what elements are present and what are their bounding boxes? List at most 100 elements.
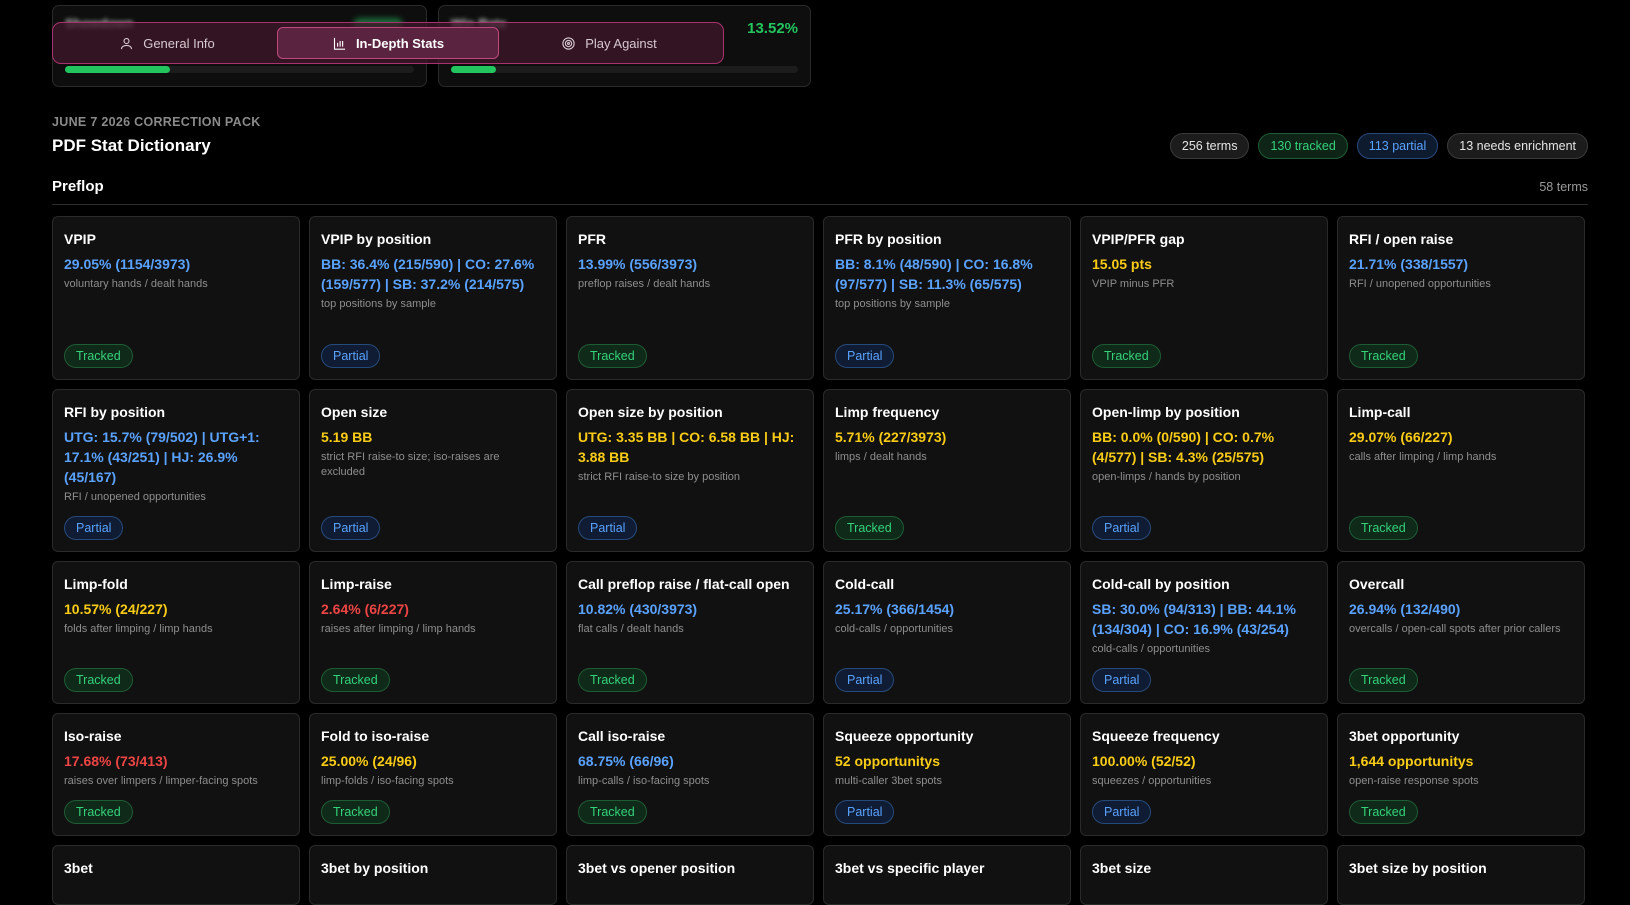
status-badge: Tracked [1092,344,1161,368]
stat-title: Call preflop raise / flat-call open [578,576,790,592]
stat-title: Fold to iso-raise [321,728,430,744]
status-badge: Partial [578,516,638,540]
stat-description: calls after limping / limp hands [1349,451,1497,463]
stat-card[interactable]: VPIP 29.05% (1154/3973) voluntary hands / … [52,216,300,380]
stat-value: UTG: 3.35 BB | CO: 6.58 BB | HJ: 3.88 BB [578,429,795,465]
status-badge: Partial [321,344,381,368]
stat-title: 3bet size [1092,860,1152,876]
stat-card[interactable]: Limp frequency 5.71% (227/3973) limps / de… [823,389,1071,552]
stat-value: SB: 30.0% (94/313) | BB: 44.1% (134/304)… [1092,601,1296,637]
status-badge: Tracked [64,344,133,368]
stat-value: 10.57% (24/227) [64,601,168,617]
tab-play-against[interactable]: Play Against [499,27,719,59]
stat-value: BB: 8.1% (48/590) | CO: 16.8% (97/577) |… [835,256,1033,292]
summary-badges: 256 terms 130 tracked 113 partial 13 nee… [1169,133,1588,159]
stat-card[interactable]: RFI by position UTG: 15.7% (79/502) | UTG… [52,389,300,552]
stat-value: 25.17% (366/1454) [835,601,955,617]
stat-card[interactable]: Limp-call 29.07% (66/227) calls after limp… [1337,389,1585,552]
stat-value: 13.99% (556/3973) [578,256,698,272]
stat-title: Open size by position [578,404,723,420]
progress-fill [451,66,497,73]
stat-card[interactable]: VPIP by position BB: 36.4% (215/590) | CO… [309,216,557,380]
stat-value: 17.68% (73/413) [64,753,168,769]
stat-card[interactable]: Cold-call by position SB: 30.0% (94/313) … [1080,561,1328,704]
stat-card[interactable]: Squeeze frequency 100.00% (52/52) squeezes… [1080,713,1328,836]
stat-card[interactable]: RFI / open raise 21.71% (338/1557) RFI / u… [1337,216,1585,380]
stat-title: Squeeze opportunity [835,728,974,744]
stat-card[interactable]: 3bet vs specific player [823,845,1071,905]
target-icon [562,36,575,50]
section-count: 58 terms [1539,180,1588,194]
status-badge: Tracked [321,668,390,692]
stat-card[interactable]: VPIP/PFR gap 15.05 pts VPIP minus PFR Track… [1080,216,1328,380]
stat-value: 5.71% (227/3973) [835,429,947,445]
stat-description: preflop raises / dealt hands [578,278,711,290]
stat-card[interactable]: 3bet by position [309,845,557,905]
stat-description: strict RFI raise-to size by position [578,471,740,483]
stat-description: RFI / unopened opportunities [64,491,206,503]
status-badge: Partial [835,800,895,824]
stat-card[interactable]: Call iso-raise 68.75% (66/96) limp-calls /… [566,713,814,836]
stat-value: 5.19 BB [321,429,373,445]
stat-card[interactable]: 3bet size by position [1337,845,1585,905]
stat-description: squeezes / opportunities [1092,775,1212,787]
progress-track [65,66,414,73]
status-badge: Partial [1092,668,1152,692]
stat-card[interactable]: Limp-raise 2.64% (6/227) raises after limp… [309,561,557,704]
progress-track [451,66,798,73]
stat-card[interactable]: Call preflop raise / flat-call open 10.82… [566,561,814,704]
stat-value: 29.05% (1154/3973) [64,256,191,272]
status-badge: Partial [835,668,895,692]
tab-general-info[interactable]: General Info [57,27,277,59]
stat-card[interactable]: Iso-raise 17.68% (73/413) raises over limp… [52,713,300,836]
stat-card[interactable]: Open size by position UTG: 3.35 BB | CO: … [566,389,814,552]
stat-description: top positions by sample [321,298,436,310]
stat-value: 29.07% (66/227) [1349,429,1453,445]
stat-card[interactable]: Open-limp by position BB: 0.0% (0/590) | … [1080,389,1328,552]
stat-value: 26.94% (132/490) [1349,601,1461,617]
page-title: PDF Stat Dictionary [52,136,211,155]
status-badge: Tracked [578,668,647,692]
stat-value: 25.00% (24/96) [321,753,417,769]
stat-description: overcalls / open-call spots after prior … [1349,623,1561,635]
view-tabs: General Info In-Depth Stats Play Against [52,22,724,64]
status-badge: Tracked [578,800,647,824]
stat-card[interactable]: PFR by position BB: 8.1% (48/590) | CO: 1… [823,216,1071,380]
stat-value: 10.82% (430/3973) [578,601,698,617]
stat-card[interactable]: Limp-fold 10.57% (24/227) folds after limp… [52,561,300,704]
stat-description: open-limps / hands by position [1092,471,1241,483]
stat-card[interactable]: Open size 5.19 BB strict RFI raise-to size… [309,389,557,552]
tab-label: General Info [143,35,215,51]
stat-title: 3bet by position [321,860,429,876]
status-badge: Tracked [321,800,390,824]
stat-card-grid: VPIP 29.05% (1154/3973) voluntary hands / … [52,216,1588,905]
status-badge: Tracked [578,344,647,368]
status-badge: Partial [835,344,895,368]
stat-title: PFR by position [835,231,942,247]
section-title: Preflop [52,178,104,195]
stat-card[interactable]: Overcall 26.94% (132/490) overcalls / open… [1337,561,1585,704]
stat-card[interactable]: Cold-call 25.17% (366/1454) cold-calls / o… [823,561,1071,704]
stat-description: limps / dealt hands [835,451,927,463]
stat-title: 3bet vs specific player [835,860,985,876]
stat-card[interactable]: 3bet vs opener position [566,845,814,905]
tab-in-depth-stats[interactable]: In-Depth Stats [277,27,499,59]
stat-description: strict RFI raise-to size; iso-raises are… [321,451,500,478]
stat-description: VPIP minus PFR [1092,278,1175,290]
stat-card[interactable]: PFR 13.99% (556/3973) preflop raises / dea… [566,216,814,380]
stat-value: 100.00% (52/52) [1092,753,1196,769]
tab-label: In-Depth Stats [355,35,445,51]
stat-card[interactable]: 3bet opportunity 1,644 opportunitys open-r… [1337,713,1585,836]
stat-card[interactable]: 3bet [52,845,300,905]
stat-description: limp-calls / iso-facing spots [578,775,710,787]
stat-card[interactable]: Squeeze opportunity 52 opportunitys multi-… [823,713,1071,836]
status-badge: Partial [321,516,381,540]
stat-card[interactable]: 3bet size [1080,845,1328,905]
stat-title: Cold-call by position [1092,576,1230,592]
stat-title: VPIP by position [321,231,432,247]
stat-title: Call iso-raise [578,728,666,744]
stat-value: UTG: 15.7% (79/502) | UTG+1: 17.1% (43/2… [64,429,260,485]
stat-title: PFR [578,231,606,247]
stat-card[interactable]: Fold to iso-raise 25.00% (24/96) limp-fold… [309,713,557,836]
user-icon [121,37,133,49]
